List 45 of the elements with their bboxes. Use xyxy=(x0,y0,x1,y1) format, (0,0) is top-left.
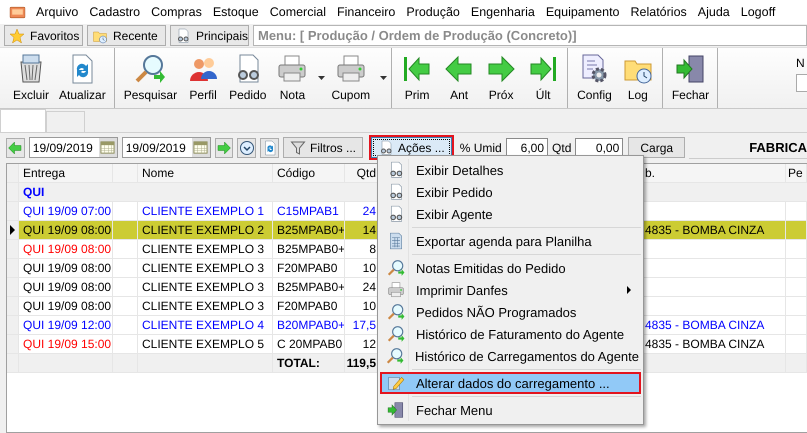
table-cell: QUI 19/09 08:00 xyxy=(23,299,112,313)
table-cell: F20MPAB0 xyxy=(277,261,338,275)
table-cell: C15MPAB1 xyxy=(277,204,339,218)
column-header: b. xyxy=(645,166,656,180)
field-label: % Umid xyxy=(460,140,502,154)
table-cell: CLIENTE EXEMPLO 3 xyxy=(142,242,264,256)
table-cell: 8 xyxy=(369,242,376,256)
column-header: Pe xyxy=(788,166,803,180)
table-cell: 4835 - BOMBA CINZA xyxy=(645,223,764,237)
table-cell: 24 xyxy=(362,204,376,218)
table-cell: 4835 - BOMBA CINZA xyxy=(645,318,764,332)
column-header: Nome xyxy=(142,166,174,180)
table-cell: 4835 - BOMBA CINZA xyxy=(645,337,764,351)
table-cell: C 20MPAB0 xyxy=(277,337,342,351)
table-cell: 24 xyxy=(362,280,376,294)
table-cell: 12 xyxy=(362,337,376,351)
table-cell: CLIENTE EXEMPLO 4 xyxy=(142,318,264,332)
table-cell: 17,5 xyxy=(352,318,376,332)
table-cell: CLIENTE EXEMPLO 2 xyxy=(142,223,264,237)
table-cell: QUI 19/09 07:00 xyxy=(23,204,112,218)
table-cell: CLIENTE EXEMPLO 1 xyxy=(142,204,264,218)
group-label: QUI xyxy=(22,184,44,201)
table-cell: F20MPAB0 xyxy=(277,299,338,313)
table-cell: QUI 19/09 08:00 xyxy=(23,280,112,294)
field-label: N xyxy=(796,56,806,70)
menu-path-field: Menu: [ Produção / Ordem de Produção (Concreto)] xyxy=(253,25,807,46)
factory-label: FABRICA xyxy=(689,136,807,159)
total-value: 119,5 xyxy=(346,356,376,370)
column-header: Entrega xyxy=(23,166,66,180)
column-header: Código xyxy=(277,166,316,180)
table-cell: CLIENTE EXEMPLO 3 xyxy=(142,299,264,313)
table-cell: QUI 19/09 15:00 xyxy=(23,337,112,351)
table-cell: QUI 19/09 08:00 xyxy=(23,261,112,275)
table-cell: CLIENTE EXEMPLO 5 xyxy=(142,337,264,351)
field-label: Qtd xyxy=(552,140,572,154)
table-cell: 10 xyxy=(362,261,376,275)
table-cell: QUI 19/09 08:00 xyxy=(23,223,112,237)
table-cell: CLIENTE EXEMPLO 3 xyxy=(142,261,264,275)
table-cell: QUI 19/09 12:00 xyxy=(23,318,112,332)
table-cell: 10 xyxy=(362,299,376,313)
table-cell: CLIENTE EXEMPLO 3 xyxy=(142,280,264,294)
table-cell: 14 xyxy=(362,223,376,237)
total-label: TOTAL: xyxy=(277,356,320,370)
column-header: Qtd xyxy=(356,166,376,180)
table-cell: QUI 19/09 08:00 xyxy=(23,242,112,256)
